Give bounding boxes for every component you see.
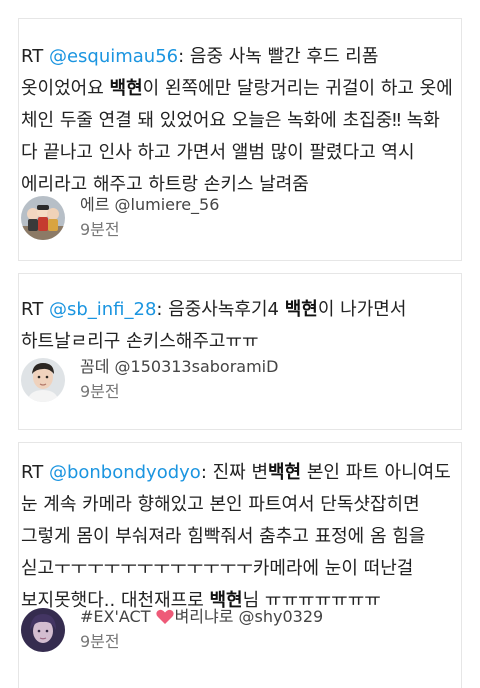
mention-link[interactable]: @esquimau56: [49, 46, 178, 67]
tweet-card[interactable]: RT @sb_infi_28: 음중사녹후기4 백현이 나가면서 하트날ㄹ리구 …: [18, 273, 462, 430]
mention-link[interactable]: @bonbondyodyo: [49, 462, 201, 483]
avatar[interactable]: [21, 196, 65, 240]
tweet-text: RT @bonbondyodyo: 진짜 변백현 본인 파트 아니여도 눈 계속…: [21, 457, 459, 617]
heart-icon: [155, 609, 174, 631]
mention-link[interactable]: @sb_infi_28: [49, 299, 156, 320]
retweet-label: RT: [21, 46, 44, 67]
timestamp: 9분전: [80, 382, 120, 401]
avatar-person-dark-icon: [21, 608, 65, 652]
author-name[interactable]: 에르 @lumiere_56: [80, 194, 219, 216]
timestamp: 9분전: [80, 632, 120, 651]
tweet-text-part: 본인 파트 아니여도 눈 계속 카메라 향해있고 본인 파트여서 단독샷잡히면 …: [21, 462, 451, 611]
author-row[interactable]: 꼼데 @150313saboramiD 9분전: [21, 356, 451, 406]
author-handle: 벼리냐로 @shy0329: [174, 607, 324, 626]
timestamp: 9분전: [80, 220, 120, 239]
author-name[interactable]: #EX'ACT 벼리냐로 @shy0329: [80, 606, 323, 631]
author-row[interactable]: 에르 @lumiere_56 9분전: [21, 194, 451, 244]
highlighted-keyword: 백현: [268, 462, 302, 483]
avatar-person-icon: [21, 358, 65, 402]
avatar[interactable]: [21, 608, 65, 652]
highlighted-keyword: 백현: [284, 299, 318, 320]
author-row[interactable]: #EX'ACT 벼리냐로 @shy0329 9분전: [21, 606, 451, 656]
tweet-text: RT @esquimau56: 음중 사녹 빨간 후드 리폼 옷이었어요 백현이…: [21, 41, 459, 201]
tweet-text: RT @sb_infi_28: 음중사녹후기4 백현이 나가면서 하트날ㄹ리구 …: [21, 294, 459, 358]
tweet-card[interactable]: RT @bonbondyodyo: 진짜 변백현 본인 파트 아니여도 눈 계속…: [18, 442, 462, 688]
tweet-text-part: : 진짜 변: [200, 462, 268, 483]
tweet-text-part: : 음중사녹후기4: [156, 299, 285, 320]
highlighted-keyword: 백현: [109, 78, 143, 99]
tweet-card[interactable]: RT @esquimau56: 음중 사녹 빨간 후드 리폼 옷이었어요 백현이…: [18, 18, 462, 261]
avatar-figurines-icon: [21, 196, 65, 240]
retweet-label: RT: [21, 299, 44, 320]
avatar[interactable]: [21, 358, 65, 402]
retweet-label: RT: [21, 462, 44, 483]
author-name[interactable]: 꼼데 @150313saboramiD: [80, 356, 278, 378]
tweet-feed: RT @esquimau56: 음중 사녹 빨간 후드 리폼 옷이었어요 백현이…: [0, 0, 480, 688]
author-hashtag: #EX'ACT: [80, 607, 156, 626]
